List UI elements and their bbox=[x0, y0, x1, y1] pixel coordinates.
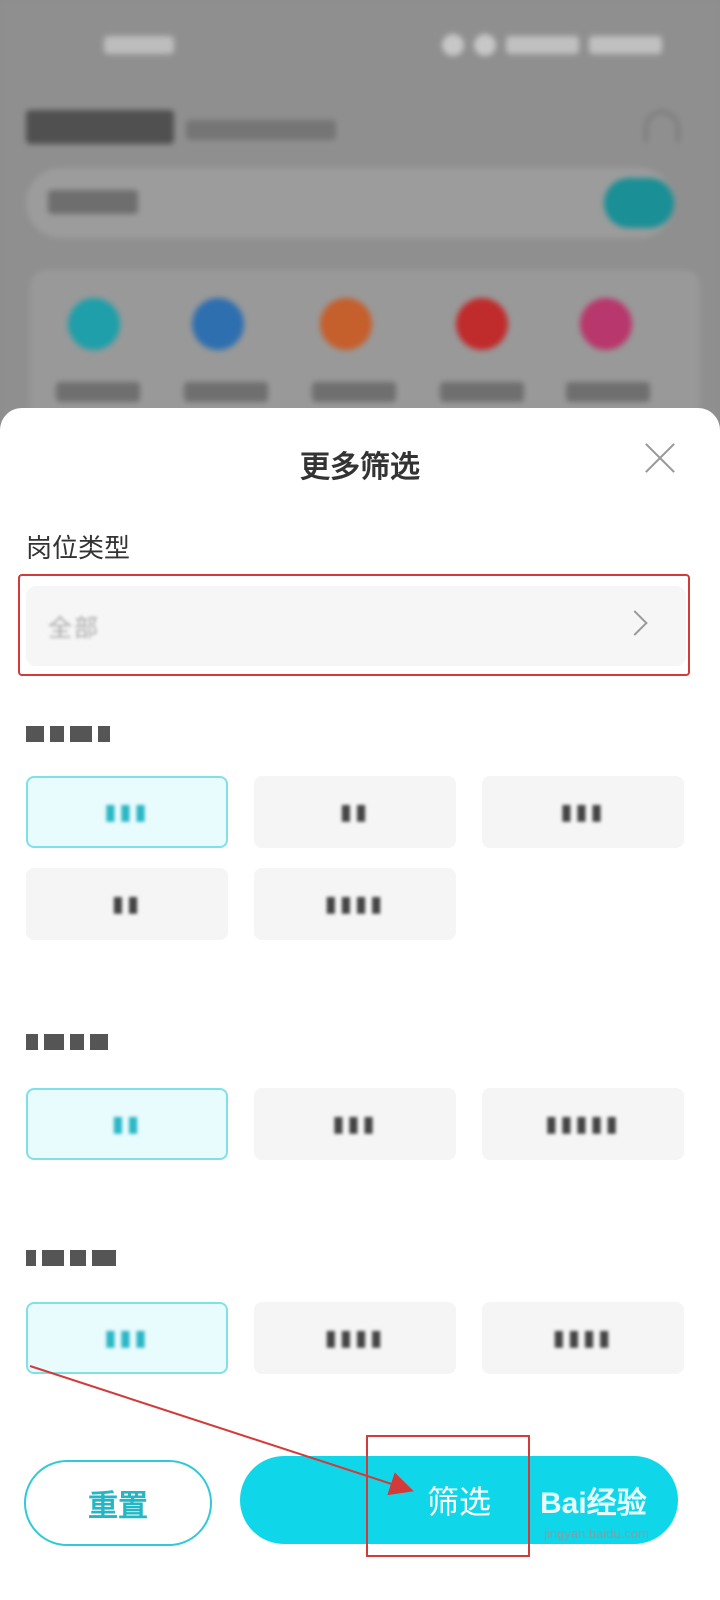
category-icon bbox=[320, 298, 372, 350]
filter-chip[interactable]: ▮▮▮ bbox=[254, 1088, 456, 1160]
category-label bbox=[56, 382, 140, 402]
filter-group-label bbox=[26, 1028, 108, 1056]
filter-chip[interactable]: ▮▮ bbox=[26, 868, 228, 940]
category-label bbox=[440, 382, 524, 402]
filter-chip[interactable]: ▮▮ bbox=[254, 776, 456, 848]
status-time bbox=[104, 36, 174, 54]
position-type-value: 全部 bbox=[48, 614, 100, 642]
filter-group-label bbox=[26, 720, 110, 748]
filter-group-label bbox=[26, 1244, 116, 1272]
search-placeholder bbox=[48, 190, 138, 214]
baidu-watermark: Bai经验 jingyan.baidu.com bbox=[540, 1478, 710, 1558]
app-title bbox=[26, 110, 174, 144]
category-label bbox=[184, 382, 268, 402]
category-label bbox=[566, 382, 650, 402]
category-icon bbox=[192, 298, 244, 350]
close-icon[interactable] bbox=[640, 438, 680, 478]
filter-chip[interactable]: ▮▮▮▮▮ bbox=[482, 1088, 684, 1160]
watermark-url: jingyan.baidu.com bbox=[544, 1526, 649, 1541]
position-type-label: 岗位类型 bbox=[26, 534, 131, 564]
filter-sheet: 更多筛选 岗位类型 全部 ▮▮▮ ▮▮ ▮▮▮ ▮▮ ▮▮▮▮ ▮▮ ▮▮▮ ▮… bbox=[0, 408, 720, 1600]
category-label bbox=[312, 382, 396, 402]
category-icon bbox=[68, 298, 120, 350]
filter-chip[interactable]: ▮▮▮▮ bbox=[482, 1302, 684, 1374]
watermark-brand: Bai经验 bbox=[540, 1487, 647, 1520]
filter-chip[interactable]: ▮▮▮▮ bbox=[254, 1302, 456, 1374]
category-icon bbox=[580, 298, 632, 350]
battery-icon bbox=[589, 36, 662, 54]
filter-chip[interactable]: ▮▮ bbox=[26, 1088, 228, 1160]
status-bar bbox=[0, 22, 720, 74]
position-type-select[interactable]: 全部 bbox=[26, 586, 686, 666]
status-icons bbox=[442, 34, 662, 56]
reset-button[interactable]: 重置 bbox=[24, 1460, 212, 1546]
chevron-right-icon bbox=[622, 610, 648, 636]
signal-icon bbox=[506, 36, 579, 54]
filter-chip[interactable]: ▮▮▮ bbox=[26, 1302, 228, 1374]
headset-icon bbox=[644, 110, 680, 142]
search-button bbox=[604, 178, 674, 228]
category-icon bbox=[456, 298, 508, 350]
wifi-icon bbox=[474, 34, 496, 56]
filter-chip[interactable]: ▮▮▮ bbox=[482, 776, 684, 848]
filter-chip[interactable]: ▮▮▮▮ bbox=[254, 868, 456, 940]
sheet-title: 更多筛选 bbox=[300, 450, 420, 485]
alarm-icon bbox=[442, 34, 464, 56]
filter-chip[interactable]: ▮▮▮ bbox=[26, 776, 228, 848]
app-subtitle bbox=[186, 120, 336, 140]
background-app bbox=[0, 0, 720, 420]
